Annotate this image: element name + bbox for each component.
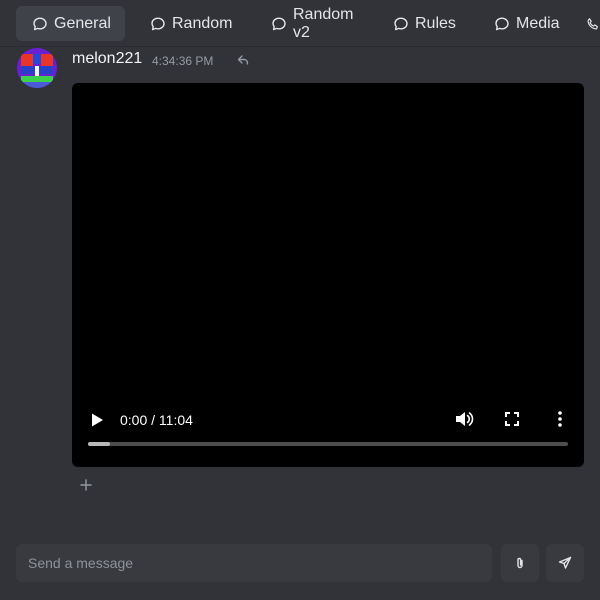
message-input[interactable] (16, 544, 492, 582)
paperclip-icon (517, 557, 523, 569)
tab-random-label: Random (172, 14, 233, 32)
tab-random-v2[interactable]: Random v2 (271, 6, 353, 41)
video-progress-bar[interactable] (88, 442, 568, 446)
more-options-icon[interactable] (554, 410, 566, 428)
chat-bubble-icon (151, 17, 165, 30)
volume-icon[interactable] (454, 409, 474, 429)
tab-random-v2-label: Random v2 (293, 5, 354, 41)
phone-icon (587, 17, 598, 29)
fullscreen-icon[interactable] (504, 411, 520, 427)
chat-bubble-icon (495, 17, 509, 30)
message-username[interactable]: melon221 (72, 50, 142, 68)
chat-bubble-icon (33, 17, 47, 30)
tab-overflow-phone[interactable] (586, 6, 600, 41)
plus-icon[interactable] (79, 478, 93, 492)
send-button[interactable] (546, 544, 584, 582)
chat-app: General Random Random v2 Rules Media mel… (0, 0, 600, 600)
video-time-display: 0:00 / 11:04 (120, 412, 193, 428)
channel-tabs: General Random Random v2 Rules Media (0, 0, 600, 47)
chat-bubble-icon (394, 17, 408, 30)
reply-icon[interactable] (236, 53, 250, 67)
send-icon (558, 556, 572, 569)
tab-rules[interactable]: Rules (393, 6, 456, 41)
video-buffer-fill (88, 442, 110, 446)
tab-random[interactable]: Random (150, 6, 232, 41)
avatar-image (17, 48, 57, 88)
attach-button[interactable] (501, 544, 539, 582)
play-icon[interactable] (88, 411, 106, 429)
avatar[interactable] (17, 48, 57, 88)
tab-media[interactable]: Media (494, 6, 560, 41)
message-timestamp: 4:34:36 PM (152, 54, 214, 68)
tab-general[interactable]: General (16, 6, 125, 41)
tab-media-label: Media (516, 14, 560, 32)
tab-rules-label: Rules (415, 14, 456, 32)
video-player[interactable]: 0:00 / 11:04 (72, 83, 584, 467)
chat-bubble-icon (272, 17, 286, 30)
tab-general-label: General (54, 14, 111, 32)
